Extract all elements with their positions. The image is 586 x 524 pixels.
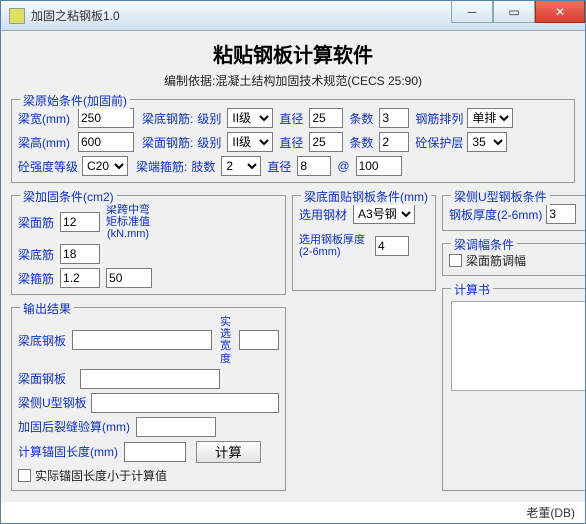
input-side-thick[interactable] xyxy=(546,204,576,224)
app-subtitle: 编制依据:混凝土结构加固技术规范(CECS 25:90) xyxy=(11,72,575,93)
group-plate-bottom: 梁底面贴钢板条件(mm) 选用钢材 A3号钢 选用钢板厚度(2-6mm) xyxy=(292,195,436,291)
output-sel-width[interactable] xyxy=(239,330,279,350)
input-reinf-stir[interactable] xyxy=(60,268,100,288)
input-moment[interactable] xyxy=(106,268,152,288)
titlebar: 加固之粘钢板1.0 ─ ▭ ✕ xyxy=(1,1,585,31)
input-stirrup-spacing[interactable] xyxy=(356,156,402,176)
output-u-plate[interactable] xyxy=(91,393,279,413)
lbl-count: 条数 xyxy=(349,110,373,127)
close-button[interactable]: ✕ xyxy=(535,1,585,23)
maximize-button[interactable]: ▭ xyxy=(493,1,535,23)
lbl-stirrup: 梁端箍筋: xyxy=(136,158,187,175)
lbl-reinf-bot: 梁底筋 xyxy=(18,246,54,263)
minimize-button[interactable]: ─ xyxy=(451,1,493,23)
group-calcbook: 计算书 ▴▾ xyxy=(442,288,585,491)
select-cover[interactable]: 35 xyxy=(467,132,507,152)
output-anchor[interactable] xyxy=(124,442,186,462)
input-reinf-top[interactable] xyxy=(60,212,100,232)
lbl-grade: 级别 xyxy=(197,110,221,127)
lbl-dia: 直径 xyxy=(279,110,303,127)
lbl-count2: 条数 xyxy=(349,134,373,151)
legend-original: 梁原始条件(加固前) xyxy=(20,92,130,109)
lbl-beam-height: 梁高(mm) xyxy=(18,134,70,151)
input-beam-width[interactable] xyxy=(78,108,134,128)
calcbook-area[interactable]: ▴▾ xyxy=(451,301,585,391)
calculate-button[interactable]: 计算 xyxy=(196,441,261,463)
lbl-reinf-stir: 梁箍筋 xyxy=(18,270,54,287)
group-plate-side: 梁侧U型钢板条件 钢板厚度(2-6mm) 箍板间距 xyxy=(442,195,585,231)
legend-plate-side: 梁侧U型钢板条件 xyxy=(451,188,550,205)
author-label: 老董(DB) xyxy=(526,504,575,521)
select-steel[interactable]: A3号钢 xyxy=(353,204,415,224)
lbl-row: 钢筋排列 xyxy=(415,110,463,127)
lbl-anchor-short: 实际锚固长度小于计算值 xyxy=(35,467,167,484)
select-bottom-grade[interactable]: II级 xyxy=(227,108,273,128)
select-rebar-row[interactable]: 单排 xyxy=(467,108,513,128)
app-icon xyxy=(9,8,25,24)
lbl-out-bot: 梁底钢板 xyxy=(18,332,72,349)
lbl-steel: 选用钢材 xyxy=(299,206,347,223)
lbl-out-top: 梁面钢板 xyxy=(18,370,80,387)
lbl-thick: 选用钢板厚度(2-6mm) xyxy=(299,234,365,258)
output-crack[interactable] xyxy=(136,417,216,437)
lbl-top-rebar: 梁面钢筋: xyxy=(142,134,193,151)
lbl-dia2: 直径 xyxy=(279,134,303,151)
lbl-side-thick: 钢板厚度(2-6mm) xyxy=(449,206,542,223)
select-concrete[interactable]: C20 xyxy=(82,156,128,176)
lbl-crack: 加固后裂缝验算(mm) xyxy=(18,418,130,435)
lbl-dia3: 直径 xyxy=(267,158,291,175)
lbl-at: @ xyxy=(337,159,349,173)
group-output: 输出结果 梁底钢板 实选宽度 梁面钢板 梁侧U型钢板 xyxy=(11,307,286,490)
lbl-moment: 梁跨中弯矩标准值(kN.mm) xyxy=(106,204,150,240)
checkbox-anchor-short[interactable] xyxy=(18,469,31,482)
input-bottom-count[interactable] xyxy=(379,108,409,128)
group-adjust: 梁调幅条件 梁面筋调幅 xyxy=(442,243,585,276)
group-original: 梁原始条件(加固前) 梁宽(mm) 梁底钢筋: 级别 II级 直径 条数 钢筋排… xyxy=(11,99,575,183)
input-beam-height[interactable] xyxy=(78,132,134,152)
group-reinforce: 梁加固条件(cm2) 梁面筋 梁跨中弯矩标准值(kN.mm) 梁底筋 梁箍筋 xyxy=(11,195,286,295)
select-legs[interactable]: 2 xyxy=(221,156,261,176)
legend-calcbook: 计算书 xyxy=(451,281,493,298)
input-reinf-bot[interactable] xyxy=(60,244,100,264)
window-title: 加固之粘钢板1.0 xyxy=(31,7,451,24)
legend-adjust: 梁调幅条件 xyxy=(451,236,517,253)
input-top-count[interactable] xyxy=(379,132,409,152)
lbl-cover: 砼保护层 xyxy=(415,134,463,151)
lbl-beam-width: 梁宽(mm) xyxy=(18,110,70,127)
lbl-out-u: 梁侧U型钢板 xyxy=(18,394,87,411)
lbl-anchor: 计算锚固长度(mm) xyxy=(18,443,118,460)
output-top-plate[interactable] xyxy=(80,369,220,389)
legend-plate-bottom: 梁底面贴钢板条件(mm) xyxy=(301,188,431,205)
lbl-side-spacing: 箍板间距 xyxy=(584,206,585,223)
lbl-legs: 肢数 xyxy=(191,158,215,175)
input-plate-thick[interactable] xyxy=(375,236,409,256)
app-title: 粘贴钢板计算软件 xyxy=(11,37,575,72)
select-top-grade[interactable]: II级 xyxy=(227,132,273,152)
lbl-bottom-rebar: 梁底钢筋: xyxy=(142,110,193,127)
legend-reinforce: 梁加固条件(cm2) xyxy=(20,188,117,205)
output-bot-plate[interactable] xyxy=(72,330,212,350)
legend-output: 输出结果 xyxy=(20,300,74,317)
statusbar: 老董(DB) xyxy=(1,502,585,523)
checkbox-adjust[interactable] xyxy=(449,254,462,267)
lbl-conc: 砼强度等级 xyxy=(18,158,78,175)
lbl-grade2: 级别 xyxy=(197,134,221,151)
input-stirrup-dia[interactable] xyxy=(297,156,331,176)
input-bottom-dia[interactable] xyxy=(309,108,343,128)
input-top-dia[interactable] xyxy=(309,132,343,152)
lbl-reinf-top: 梁面筋 xyxy=(18,214,54,231)
lbl-adjust: 梁面筋调幅 xyxy=(466,252,526,269)
lbl-sel-width: 实选宽度 xyxy=(216,316,235,364)
